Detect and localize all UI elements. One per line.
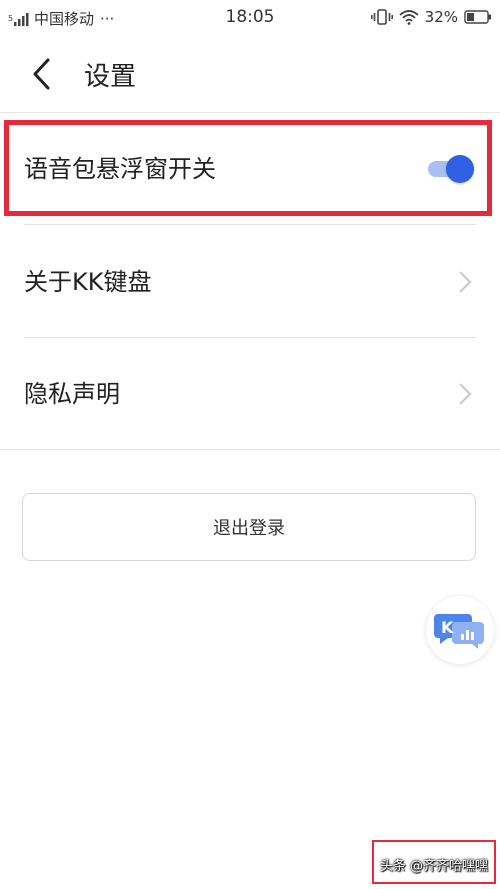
section-divider — [0, 449, 500, 450]
status-right: 32% — [365, 8, 492, 26]
about-label: 关于KK键盘 — [24, 268, 152, 296]
logout-button[interactable]: 退出登录 — [22, 493, 476, 561]
kk-float-button[interactable]: K — [426, 596, 494, 664]
svg-text:K: K — [441, 618, 454, 637]
chevron-right-icon — [459, 383, 472, 405]
vibrate-icon — [370, 9, 393, 25]
chevron-right-icon — [459, 271, 472, 293]
battery-percent: 32% — [424, 8, 458, 26]
kk-voice-icon: K — [434, 614, 484, 649]
highlight-annotation-box — [4, 120, 492, 216]
watermark-highlight-box: 头条 @齐齐哈嘿嘿 — [372, 840, 496, 884]
watermark-text: 头条 @齐齐哈嘿嘿 — [379, 859, 488, 874]
wifi-icon — [399, 10, 419, 25]
row-divider — [24, 224, 476, 225]
battery-icon — [464, 10, 491, 24]
status-bar: 5 中国移动 ··· 18:05 32% — [0, 0, 500, 36]
header: 设置 — [0, 36, 500, 113]
chevron-left-icon — [33, 58, 50, 90]
settings-row-privacy[interactable]: 隐私声明 — [0, 338, 500, 450]
privacy-label: 隐私声明 — [24, 380, 120, 408]
settings-row-about[interactable]: 关于KK键盘 — [0, 226, 500, 338]
page-title: 设置 — [84, 62, 137, 92]
back-button[interactable] — [22, 54, 62, 94]
